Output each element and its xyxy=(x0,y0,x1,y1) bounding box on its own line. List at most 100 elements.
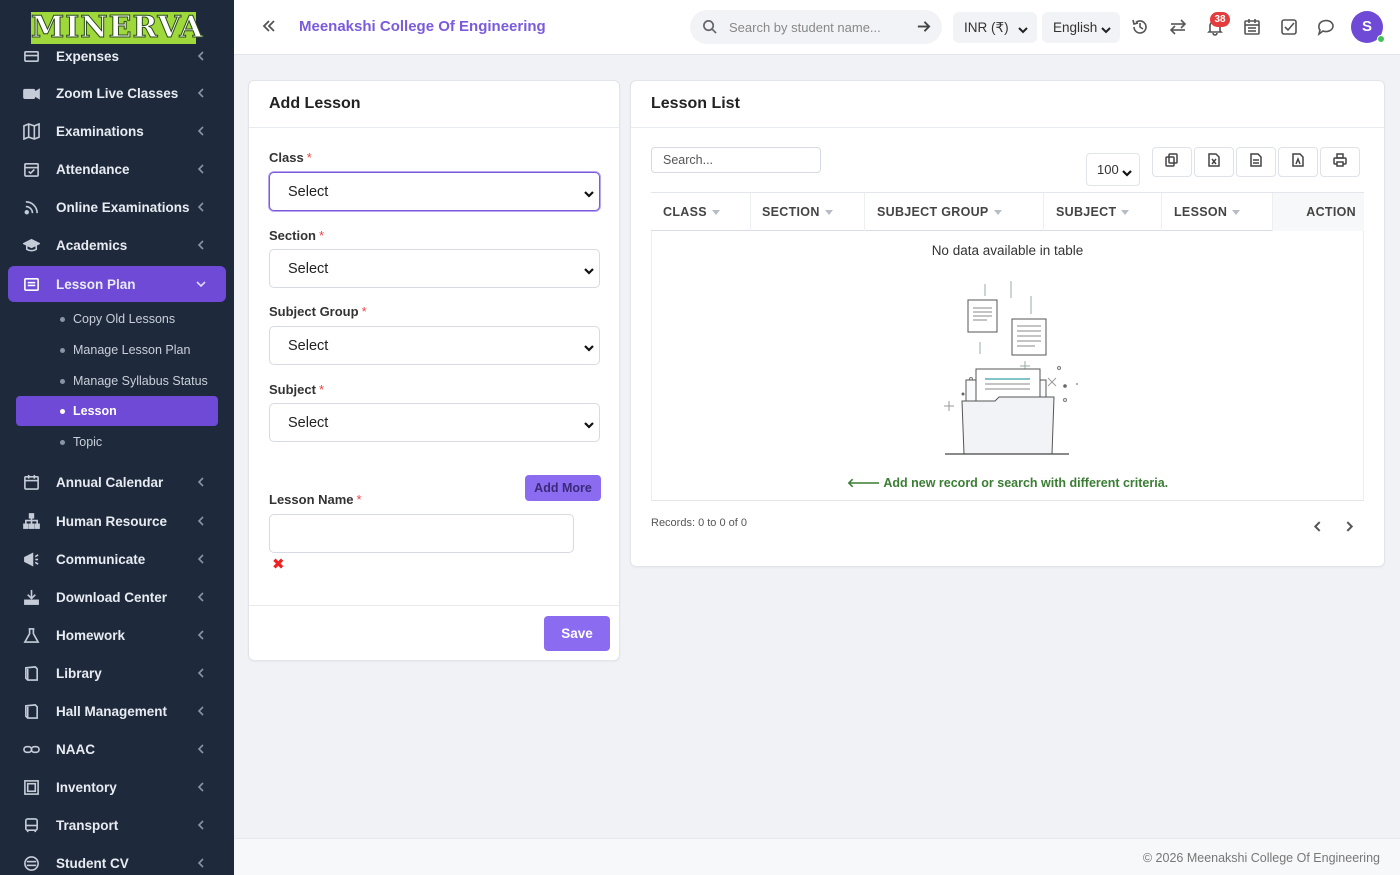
chevron-left-icon xyxy=(196,200,208,212)
sidebar-item-online-examinations[interactable]: Online Examinations xyxy=(8,189,226,225)
sidebar-item-label: Examinations xyxy=(56,123,144,139)
sort-icon xyxy=(993,209,1002,215)
chevron-left-icon xyxy=(196,514,208,526)
table-body: No data available in table 🡐 Add new rec… xyxy=(651,231,1364,501)
add-lesson-title: Add Lesson xyxy=(269,95,361,112)
submenu-lesson[interactable]: Lesson xyxy=(16,396,218,426)
sidebar-item-examinations[interactable]: Examinations xyxy=(8,113,226,149)
history-icon[interactable] xyxy=(1131,18,1149,36)
remove-row-icon[interactable]: ✖ xyxy=(272,555,285,573)
sidebar-item-human-resource[interactable]: Human Resource xyxy=(8,503,226,539)
records-info: Records: 0 to 0 of 0 xyxy=(651,517,747,529)
switch-icon[interactable] xyxy=(1169,18,1187,36)
student-search-input[interactable] xyxy=(729,19,909,35)
column-header-class[interactable]: CLASS xyxy=(651,193,751,231)
column-header-lesson[interactable]: LESSON xyxy=(1162,193,1273,231)
sidebar-item-inventory[interactable]: Inventory xyxy=(8,769,226,805)
sidebar-item-hall-management[interactable]: Hall Management xyxy=(8,693,226,729)
chat-icon[interactable] xyxy=(1317,18,1335,36)
sidebar-item-label: Inventory xyxy=(56,779,117,795)
add-more-button[interactable]: Add More xyxy=(525,475,601,501)
calendar-icon[interactable] xyxy=(1243,18,1261,36)
chevron-down-icon xyxy=(1018,23,1028,34)
sitemap-icon xyxy=(22,512,40,530)
chevron-down-icon xyxy=(584,341,594,352)
chevron-left-icon xyxy=(196,780,208,792)
chevron-left-icon xyxy=(196,86,208,98)
class-label-text: Class xyxy=(269,150,304,165)
submenu-topic[interactable]: Topic xyxy=(16,427,218,457)
next-page-icon[interactable] xyxy=(1344,519,1358,533)
print-button[interactable] xyxy=(1320,147,1360,177)
sidebar-item-download-center[interactable]: Download Center xyxy=(8,579,226,615)
sidebar-item-student-cv[interactable]: Student CV xyxy=(8,845,226,875)
lesson-name-label: Lesson Name * xyxy=(269,492,362,507)
sidebar-item-homework[interactable]: Homework xyxy=(8,617,226,653)
subject-select[interactable]: Select xyxy=(269,403,600,442)
sort-icon xyxy=(1232,209,1241,215)
sidebar-item-attendance[interactable]: Attendance xyxy=(8,151,226,187)
empty-hint: 🡐 Add new record or search with differen… xyxy=(652,476,1363,491)
column-header-section[interactable]: SECTION xyxy=(751,193,865,231)
subject-group-label: Subject Group * xyxy=(269,304,367,319)
column-label: LESSON xyxy=(1174,205,1228,219)
excel-button[interactable] xyxy=(1194,147,1234,177)
sidebar-item-academics[interactable]: Academics xyxy=(8,227,226,263)
column-label: CLASS xyxy=(663,205,707,219)
subject-select-value: Select xyxy=(288,414,329,431)
class-label: Class * xyxy=(269,150,312,165)
chevron-left-icon xyxy=(196,124,208,136)
lesson-name-label-text: Lesson Name xyxy=(269,492,354,507)
sidebar-item-lesson-plan[interactable]: Lesson Plan xyxy=(8,266,226,302)
logo-bar: MINERVA xyxy=(0,0,234,48)
submenu-copy-old-lessons[interactable]: Copy Old Lessons xyxy=(16,304,218,334)
copy-button[interactable] xyxy=(1152,147,1192,177)
column-label: SECTION xyxy=(762,205,820,219)
save-button[interactable]: Save xyxy=(544,616,610,651)
top-header: Meenakshi College Of Engineering INR (₹)… xyxy=(234,0,1400,55)
flask-icon xyxy=(22,626,40,644)
pdf-button[interactable] xyxy=(1278,147,1318,177)
task-check-icon[interactable] xyxy=(1280,18,1298,36)
submenu-label: Lesson xyxy=(73,404,117,418)
sidebar-item-label: Expenses xyxy=(56,48,120,64)
sidebar-item-label: Download Center xyxy=(56,589,168,605)
graduation-cap-icon xyxy=(22,236,40,254)
sidebar-item-label: Student CV xyxy=(56,855,129,871)
class-select[interactable]: Select xyxy=(269,172,600,211)
column-header-subject-group[interactable]: SUBJECT GROUP xyxy=(865,193,1044,231)
csv-button[interactable] xyxy=(1236,147,1276,177)
collapse-sidebar-icon[interactable] xyxy=(260,17,280,37)
page-length-select[interactable]: 100 xyxy=(1086,153,1140,186)
language-select[interactable]: English xyxy=(1042,12,1120,43)
chevron-left-icon xyxy=(196,552,208,564)
sort-icon xyxy=(824,209,833,215)
college-name[interactable]: Meenakshi College Of Engineering xyxy=(299,18,546,35)
section-select[interactable]: Select xyxy=(269,249,600,288)
sidebar-item-library[interactable]: Library xyxy=(8,655,226,691)
sidebar-item-annual-calendar[interactable]: Annual Calendar xyxy=(8,464,226,500)
submenu-manage-lesson-plan[interactable]: Manage Lesson Plan xyxy=(16,335,218,365)
sidebar-item-communicate[interactable]: Communicate xyxy=(8,541,226,577)
column-header-subject[interactable]: SUBJECT xyxy=(1044,193,1162,231)
currency-select[interactable]: INR (₹) xyxy=(953,12,1037,43)
sidebar-item-label: Online Examinations xyxy=(56,199,190,215)
brand-logo[interactable]: MINERVA xyxy=(31,11,203,44)
print-icon xyxy=(1333,152,1347,172)
sidebar-item-naac[interactable]: NAAC xyxy=(8,731,226,767)
subject-group-select-value: Select xyxy=(288,337,329,354)
chevron-down-icon xyxy=(584,187,594,198)
bullet-icon xyxy=(60,439,65,445)
rss-icon xyxy=(22,198,40,216)
subject-group-select[interactable]: Select xyxy=(269,326,600,365)
arrow-right-icon[interactable] xyxy=(916,19,932,35)
submenu-manage-syllabus-status[interactable]: Manage Syllabus Status xyxy=(16,366,218,396)
sidebar-item-zoom-live-classes[interactable]: Zoom Live Classes xyxy=(8,75,226,111)
table-search-input[interactable] xyxy=(651,147,821,173)
sidebar-item-transport[interactable]: Transport xyxy=(8,807,226,843)
book-icon xyxy=(22,702,40,720)
previous-page-icon[interactable] xyxy=(1312,519,1326,533)
lesson-name-input[interactable] xyxy=(269,514,574,553)
file-text-icon xyxy=(1249,152,1263,172)
sidebar-item-label: Lesson Plan xyxy=(56,276,136,292)
